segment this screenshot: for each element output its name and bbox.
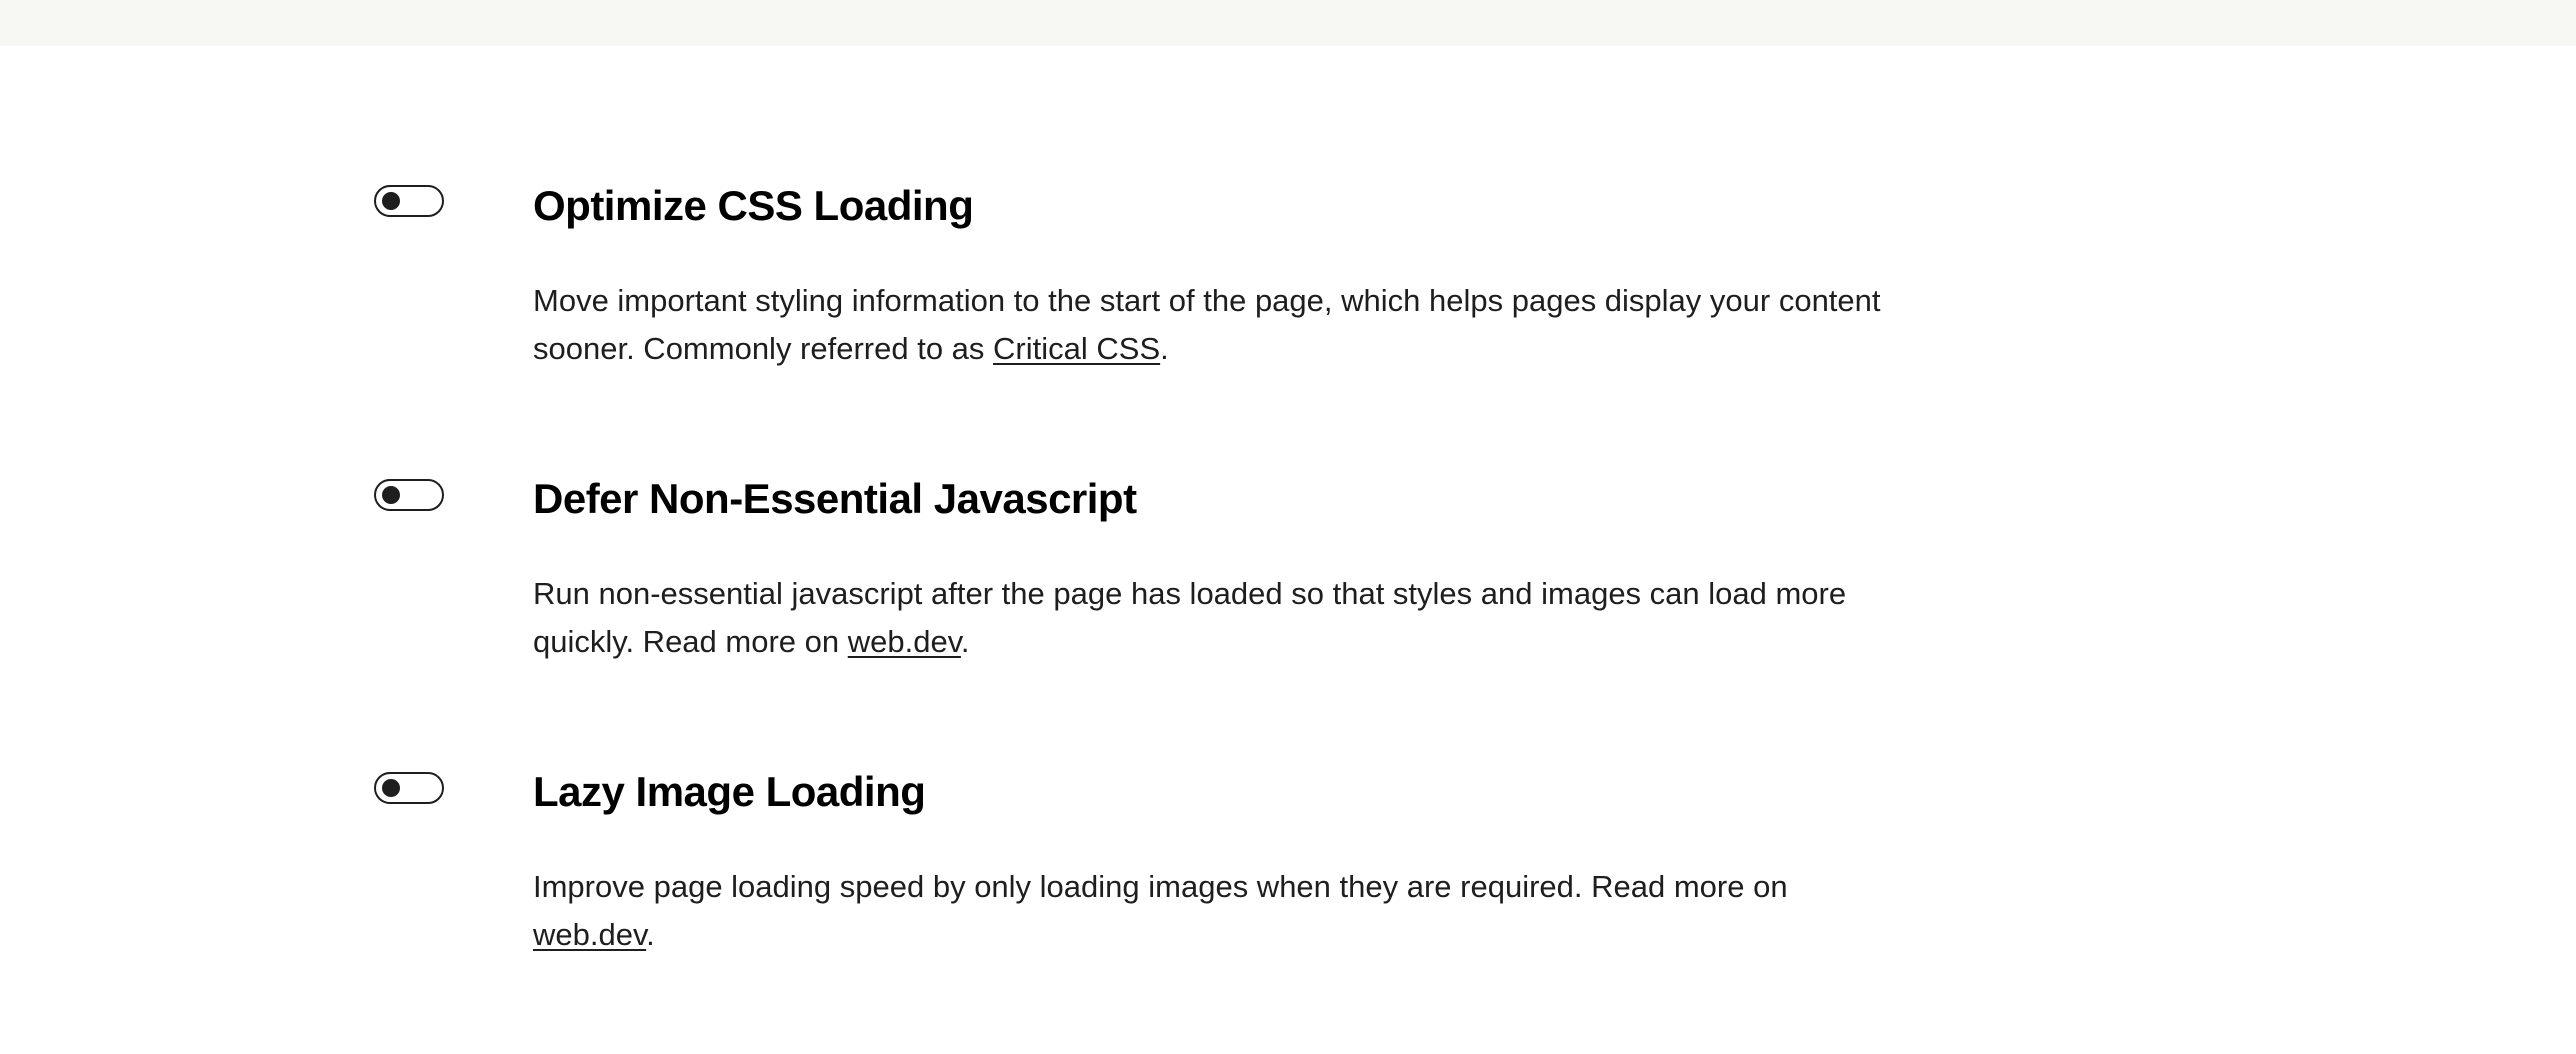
optimize-css-toggle[interactable]: [374, 185, 444, 217]
toggle-knob: [382, 192, 400, 210]
optimize-css-description: Move important styling information to th…: [533, 277, 1913, 373]
defer-js-desc-end: .: [960, 624, 970, 659]
lazy-images-desc-text: Improve page loading speed by only loadi…: [533, 869, 1788, 904]
defer-js-description: Run non-essential javascript after the p…: [533, 570, 1913, 666]
defer-js-desc-text: Run non-essential javascript after the p…: [533, 576, 1847, 659]
toggle-knob: [382, 486, 400, 504]
lazy-images-description: Improve page loading speed by only loadi…: [533, 863, 1913, 959]
optimize-css-desc-end: .: [1160, 331, 1169, 366]
optimize-css-desc-text: Move important styling information to th…: [533, 283, 1881, 366]
defer-js-title: Defer Non-Essential Javascript: [533, 475, 1137, 522]
optimize-css-title: Optimize CSS Loading: [533, 182, 974, 229]
web-dev-link[interactable]: web.dev: [848, 624, 961, 659]
critical-css-link[interactable]: Critical CSS: [993, 331, 1160, 366]
toggle-knob: [382, 779, 400, 797]
lazy-images-title: Lazy Image Loading: [533, 768, 926, 815]
web-dev-link[interactable]: web.dev: [533, 917, 646, 952]
lazy-images-toggle[interactable]: [374, 772, 444, 804]
lazy-images-desc-end: .: [646, 917, 655, 952]
settings-list: Optimize CSS Loading Move important styl…: [0, 0, 2576, 1054]
defer-js-toggle[interactable]: [374, 479, 444, 511]
